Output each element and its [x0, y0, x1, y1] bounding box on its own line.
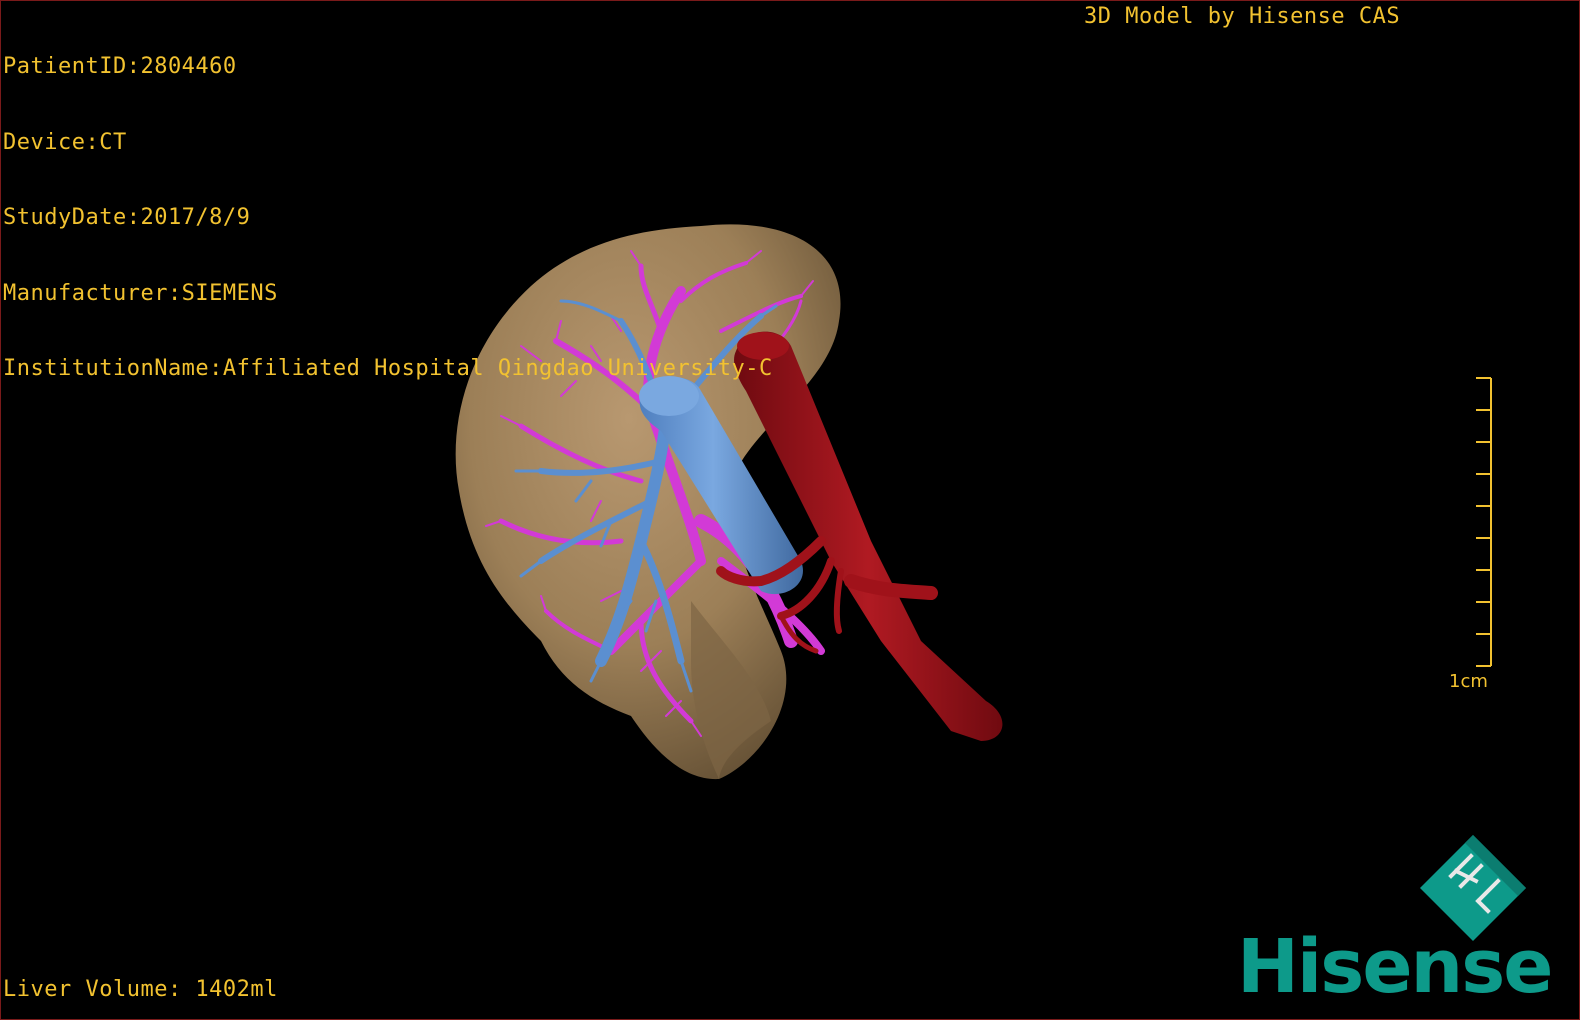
study-date-text: StudyDate:2017/8/9: [3, 205, 251, 230]
scale-label: 1cm: [1449, 671, 1488, 692]
patient-id-text: PatientID:2804460: [3, 54, 237, 79]
model-credit: 3D Model by Hisense CAS: [1084, 4, 1401, 29]
device-text: Device:CT: [3, 129, 127, 155]
institution-text: InstitutionName:Affiliated Hospital Qing…: [3, 356, 773, 381]
manufacturer-text: Manufacturer:SIEMENS: [3, 280, 278, 306]
hisense-wordmark: Hisense: [1237, 924, 1553, 1010]
patient-info: PatientID:2804460 Device:CT StudyDate:20…: [3, 4, 773, 432]
scale-bar: [1476, 377, 1492, 667]
liver-volume-text: Liver Volume: 1402ml: [3, 977, 278, 1002]
3d-viewport[interactable]: PatientID:2804460 Device:CT StudyDate:20…: [0, 0, 1580, 1020]
